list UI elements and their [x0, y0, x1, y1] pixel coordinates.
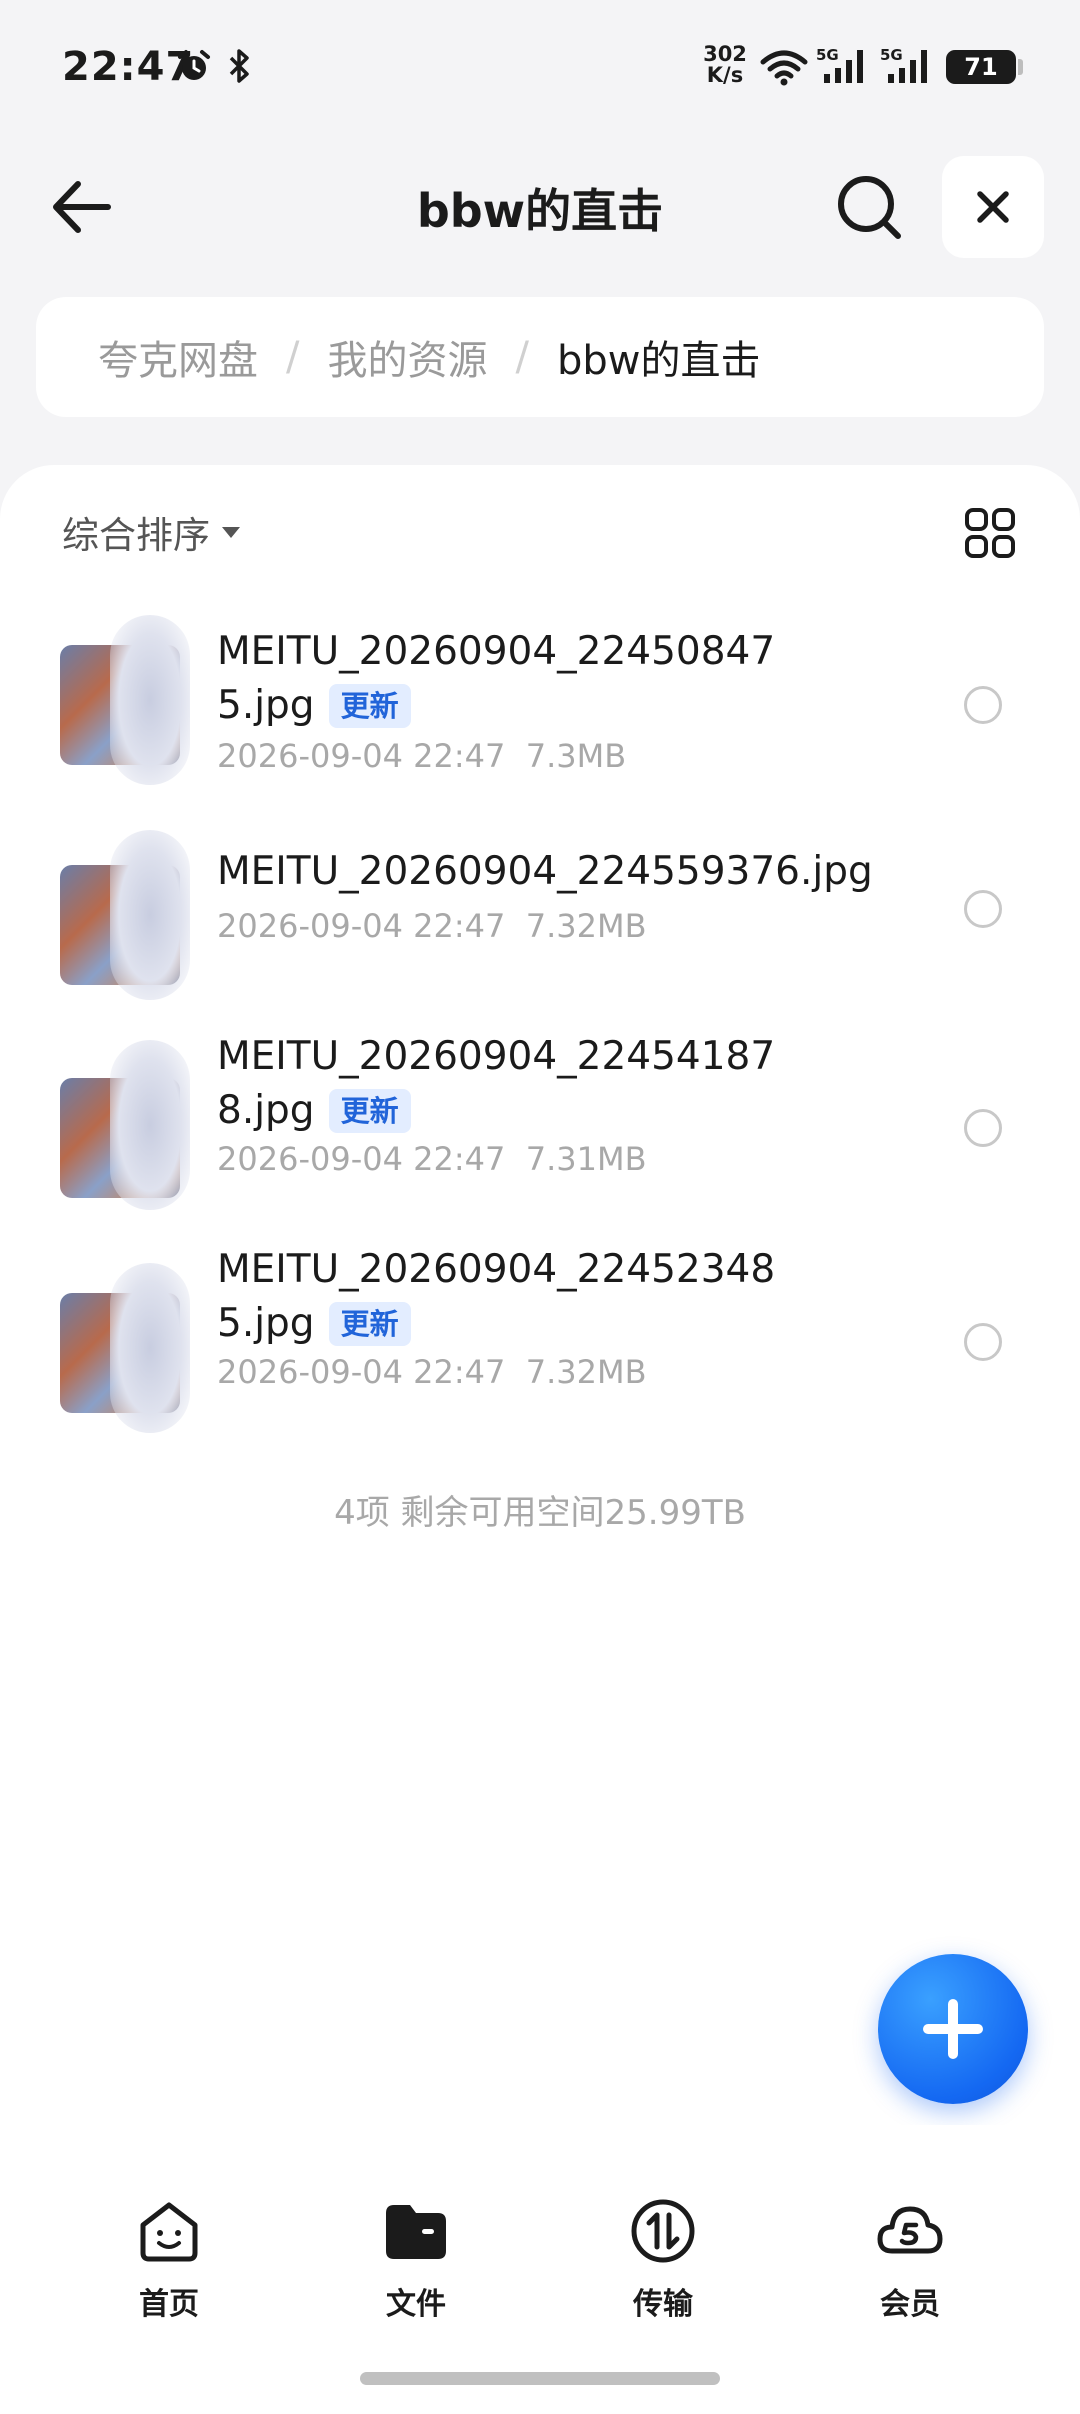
bluetooth-icon: [229, 49, 249, 83]
sort-dropdown[interactable]: 综合排序: [62, 505, 240, 559]
breadcrumb-item-my-resources[interactable]: 我的资源: [327, 328, 487, 386]
sort-label: 综合排序: [62, 514, 210, 557]
search-button[interactable]: [832, 170, 908, 246]
nav-item-transfer[interactable]: 传输: [588, 2195, 738, 2323]
page-title: bbw的直击: [416, 184, 664, 238]
update-badge: 更新: [328, 1089, 411, 1133]
file-name-line2: 5.jpg: [217, 683, 315, 728]
select-radio[interactable]: [964, 890, 1002, 928]
file-meta: 2026-09-04 22:47 7.31MB: [217, 1140, 647, 1178]
file-meta: 2026-09-04 22:47 7.32MB: [217, 907, 647, 945]
file-name-line2: 8.jpg: [217, 1088, 315, 1133]
view-toggle-button[interactable]: [964, 507, 1016, 559]
battery-level: 71: [946, 50, 1016, 84]
alarm-icon: [178, 50, 210, 80]
status-bar: 22:47 302 K/s 5G 5G 71: [0, 0, 1080, 135]
blur-overlay: [110, 615, 190, 785]
nav-label: 会员: [880, 2287, 940, 2322]
svg-text:5G: 5G: [816, 46, 839, 64]
file-name: MEITU_20260904_224559376.jpg: [217, 845, 873, 899]
nav-item-home[interactable]: 首页: [94, 2195, 244, 2323]
back-button[interactable]: [48, 172, 118, 242]
file-meta: 2026-09-04 22:47 7.32MB: [217, 1353, 647, 1391]
arrow-left-icon: [53, 181, 111, 233]
home-smile-icon: [140, 2202, 198, 2262]
file-name: MEITU_20260904_22454187 8.jpg 更新: [217, 1030, 857, 1138]
breadcrumb-separator: /: [286, 334, 300, 380]
nav-item-files[interactable]: 文件: [341, 2195, 491, 2323]
blur-overlay: [110, 1040, 190, 1210]
svg-text:5G: 5G: [880, 46, 903, 64]
close-button[interactable]: [942, 156, 1044, 258]
file-name-line1: MEITU_20260904_22454187: [217, 1034, 776, 1079]
file-size: 7.3MB: [525, 737, 627, 775]
vip-cloud-icon: [877, 2206, 943, 2254]
file-date: 2026-09-04 22:47: [217, 907, 506, 945]
storage-summary: 4项 剩余可用空间25.99TB: [334, 1493, 746, 1533]
breadcrumb: 夸克网盘 / 我的资源 / bbw的直击: [36, 297, 1044, 417]
file-name-line1: MEITU_20260904_22452348: [217, 1247, 776, 1292]
transfer-icon: [631, 2199, 695, 2263]
caret-down-icon: [222, 526, 240, 538]
update-badge: 更新: [328, 684, 411, 728]
file-meta: 2026-09-04 22:47 7.3MB: [217, 737, 626, 775]
close-icon: [977, 191, 1009, 223]
nav-label: 传输: [633, 2287, 693, 2322]
signal-5g-icon: 5G: [880, 46, 927, 83]
status-time: 22:47: [62, 44, 195, 90]
file-row[interactable]: MEITU_20260904_22450847 5.jpg 更新 2026-09…: [0, 615, 1080, 825]
file-row[interactable]: MEITU_20260904_22454187 8.jpg 更新 2026-09…: [0, 1030, 1080, 1230]
search-icon: [838, 176, 901, 239]
nav-label: 首页: [139, 2287, 199, 2322]
wifi-icon: [760, 50, 808, 86]
file-date: 2026-09-04 22:47: [217, 737, 506, 775]
net-speed: 302 K/s: [703, 42, 747, 87]
signal-5g-icon: 5G: [816, 46, 863, 83]
folder-icon: [386, 2205, 446, 2259]
blur-overlay: [110, 830, 190, 1000]
bottom-nav: 首页 文件 传输 会员: [0, 2125, 1080, 2414]
file-row[interactable]: MEITU_20260904_22452348 5.jpg 更新 2026-09…: [0, 1243, 1080, 1443]
file-name: MEITU_20260904_22450847 5.jpg 更新: [217, 625, 857, 733]
battery-icon: [1018, 59, 1023, 75]
update-badge: 更新: [328, 1302, 411, 1346]
nav-label: 文件: [386, 2287, 446, 2322]
file-date: 2026-09-04 22:47: [217, 1140, 506, 1178]
breadcrumb-current: bbw的直击: [556, 338, 761, 384]
select-radio[interactable]: [964, 1323, 1002, 1361]
file-name-line2: 5.jpg: [217, 1301, 315, 1346]
select-radio[interactable]: [964, 686, 1002, 724]
breadcrumb-separator: /: [515, 334, 529, 380]
file-size: 7.31MB: [525, 1140, 647, 1178]
file-row[interactable]: MEITU_20260904_224559376.jpg 2026-09-04 …: [0, 830, 1080, 1035]
home-indicator[interactable]: [360, 2372, 720, 2385]
blur-overlay: [110, 1263, 190, 1433]
add-button[interactable]: [878, 1954, 1028, 2104]
breadcrumb-item-quark-drive[interactable]: 夸克网盘: [98, 328, 258, 386]
file-date: 2026-09-04 22:47: [217, 1353, 506, 1391]
nav-item-vip[interactable]: 会员: [835, 2195, 985, 2323]
file-name: MEITU_20260904_22452348 5.jpg 更新: [217, 1243, 857, 1351]
grid-view-icon: [965, 508, 1015, 558]
file-list-panel: 综合排序 MEITU_20260904_22450847 5.jpg 更新 20…: [0, 465, 1080, 2125]
select-radio[interactable]: [964, 1109, 1002, 1147]
file-size: 7.32MB: [525, 1353, 647, 1391]
file-name-line1: MEITU_20260904_224559376.jpg: [217, 849, 873, 894]
file-name-line1: MEITU_20260904_22450847: [217, 629, 776, 674]
file-size: 7.32MB: [525, 907, 647, 945]
